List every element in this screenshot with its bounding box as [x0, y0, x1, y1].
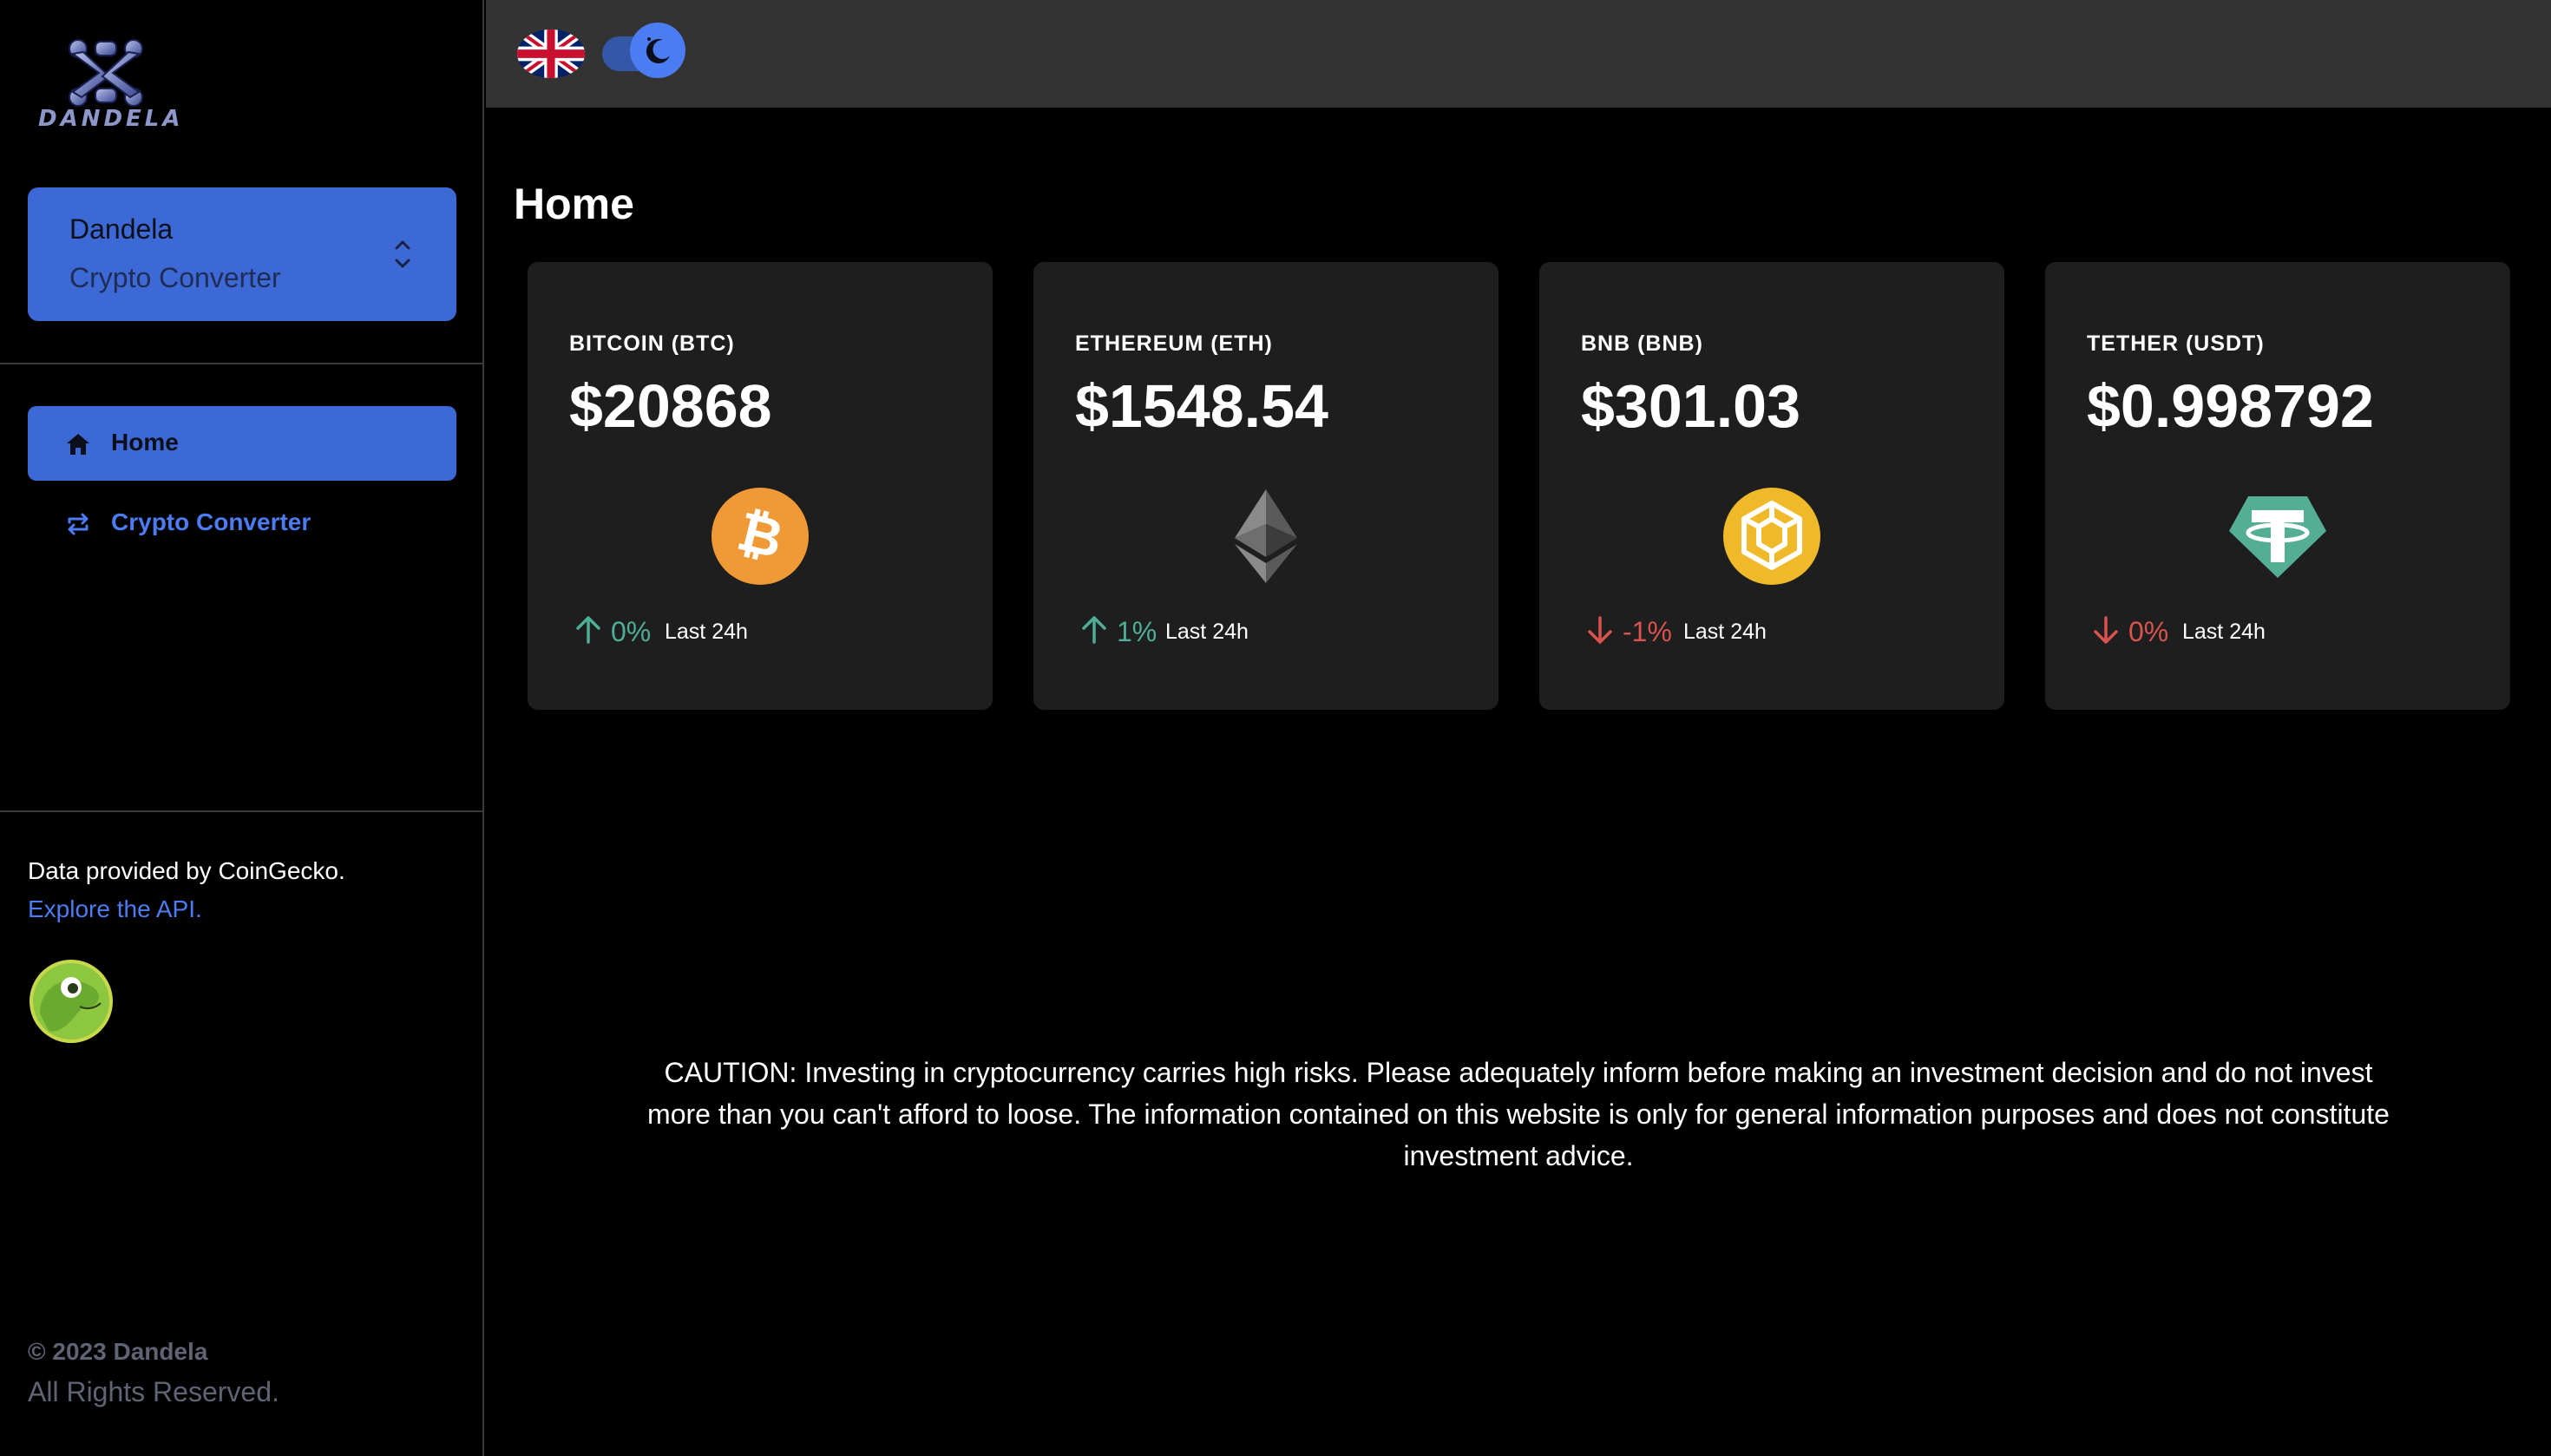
sidebar-item-home[interactable]: Home: [28, 406, 456, 481]
crypto-card-ethereum[interactable]: ETHEREUM (ETH) $1548.54 1% Last 24h: [1033, 262, 1498, 710]
sidebar-item-label: Crypto Converter: [111, 508, 311, 535]
top-bar: [486, 0, 2551, 108]
dandela-logo[interactable]: DANDELA: [38, 33, 184, 137]
period-label: Last 24h: [665, 620, 748, 644]
period-label: Last 24h: [1683, 620, 1767, 644]
toggle-knob: [630, 23, 685, 78]
app: DANDELA Dandela Crypto Converter Home Cr…: [0, 0, 2551, 1456]
logo-knot-icon: [69, 39, 143, 107]
home-icon: [67, 434, 89, 455]
rights-text: All Rights Reserved.: [28, 1376, 279, 1407]
team-name: Dandela: [69, 213, 174, 245]
moon-icon: [646, 37, 670, 64]
arrow-down-icon: [1588, 616, 1612, 644]
team-subtitle: Crypto Converter: [69, 262, 281, 293]
arrow-up-icon: [576, 616, 600, 644]
sidebar: DANDELA Dandela Crypto Converter Home Cr…: [0, 0, 484, 1456]
explore-api-link[interactable]: Explore the API.: [28, 895, 202, 923]
arrow-down-icon: [2094, 616, 2118, 644]
bitcoin-icon: ₿: [712, 488, 809, 585]
swap-arrows-icon: [68, 513, 89, 535]
chevron-up-down-icon: [395, 240, 410, 268]
coin-price: $1548.54: [1075, 372, 1328, 440]
sidebar-divider: [0, 810, 482, 812]
coin-name: TETHER (USDT): [2087, 331, 2265, 356]
coin-price: $0.998792: [2087, 372, 2374, 440]
logo-text: DANDELA: [38, 106, 184, 132]
crypto-card-bnb[interactable]: BNB (BNB) $301.03 -1% Last 24h: [1539, 262, 2004, 710]
copyright-text: © 2023 Dandela: [28, 1338, 208, 1365]
sidebar-item-crypto-converter[interactable]: Crypto Converter: [28, 489, 456, 559]
period-label: Last 24h: [1165, 620, 1249, 644]
bnb-icon: [1723, 488, 1820, 585]
price-change: 0%: [611, 616, 652, 647]
language-selector[interactable]: [517, 30, 585, 78]
period-label: Last 24h: [2182, 620, 2266, 644]
sidebar-item-label: Home: [111, 429, 179, 456]
coin-name: ETHEREUM (ETH): [1075, 331, 1273, 356]
coin-name: BNB (BNB): [1581, 331, 1703, 356]
arrow-up-icon: [1082, 616, 1106, 644]
coin-price: $301.03: [1581, 372, 1801, 440]
page-title: Home: [514, 180, 634, 228]
uk-flag-icon: [517, 30, 585, 78]
price-change: 0%: [2128, 616, 2169, 647]
caution-disclaimer: CAUTION: Investing in cryptocurrency car…: [647, 1057, 2390, 1171]
price-change: -1%: [1623, 616, 1672, 647]
data-provider-text: Data provided by CoinGecko.: [28, 857, 345, 884]
team-switcher[interactable]: Dandela Crypto Converter: [28, 187, 456, 321]
coin-name: BITCOIN (BTC): [569, 331, 735, 356]
price-change: 1%: [1117, 616, 1157, 647]
crypto-card-tether[interactable]: TETHER (USDT) $0.998792 0% Last 24h: [2045, 262, 2510, 710]
sidebar-divider: [0, 363, 482, 364]
ethereum-icon: [1235, 489, 1297, 583]
coin-price: $20868: [569, 372, 772, 440]
coingecko-logo-icon[interactable]: [28, 958, 115, 1045]
crypto-card-bitcoin[interactable]: BITCOIN (BTC) $20868 ₿ 0% Last 24h: [528, 262, 993, 710]
tether-icon: [2229, 496, 2326, 578]
theme-toggle[interactable]: [597, 23, 685, 80]
